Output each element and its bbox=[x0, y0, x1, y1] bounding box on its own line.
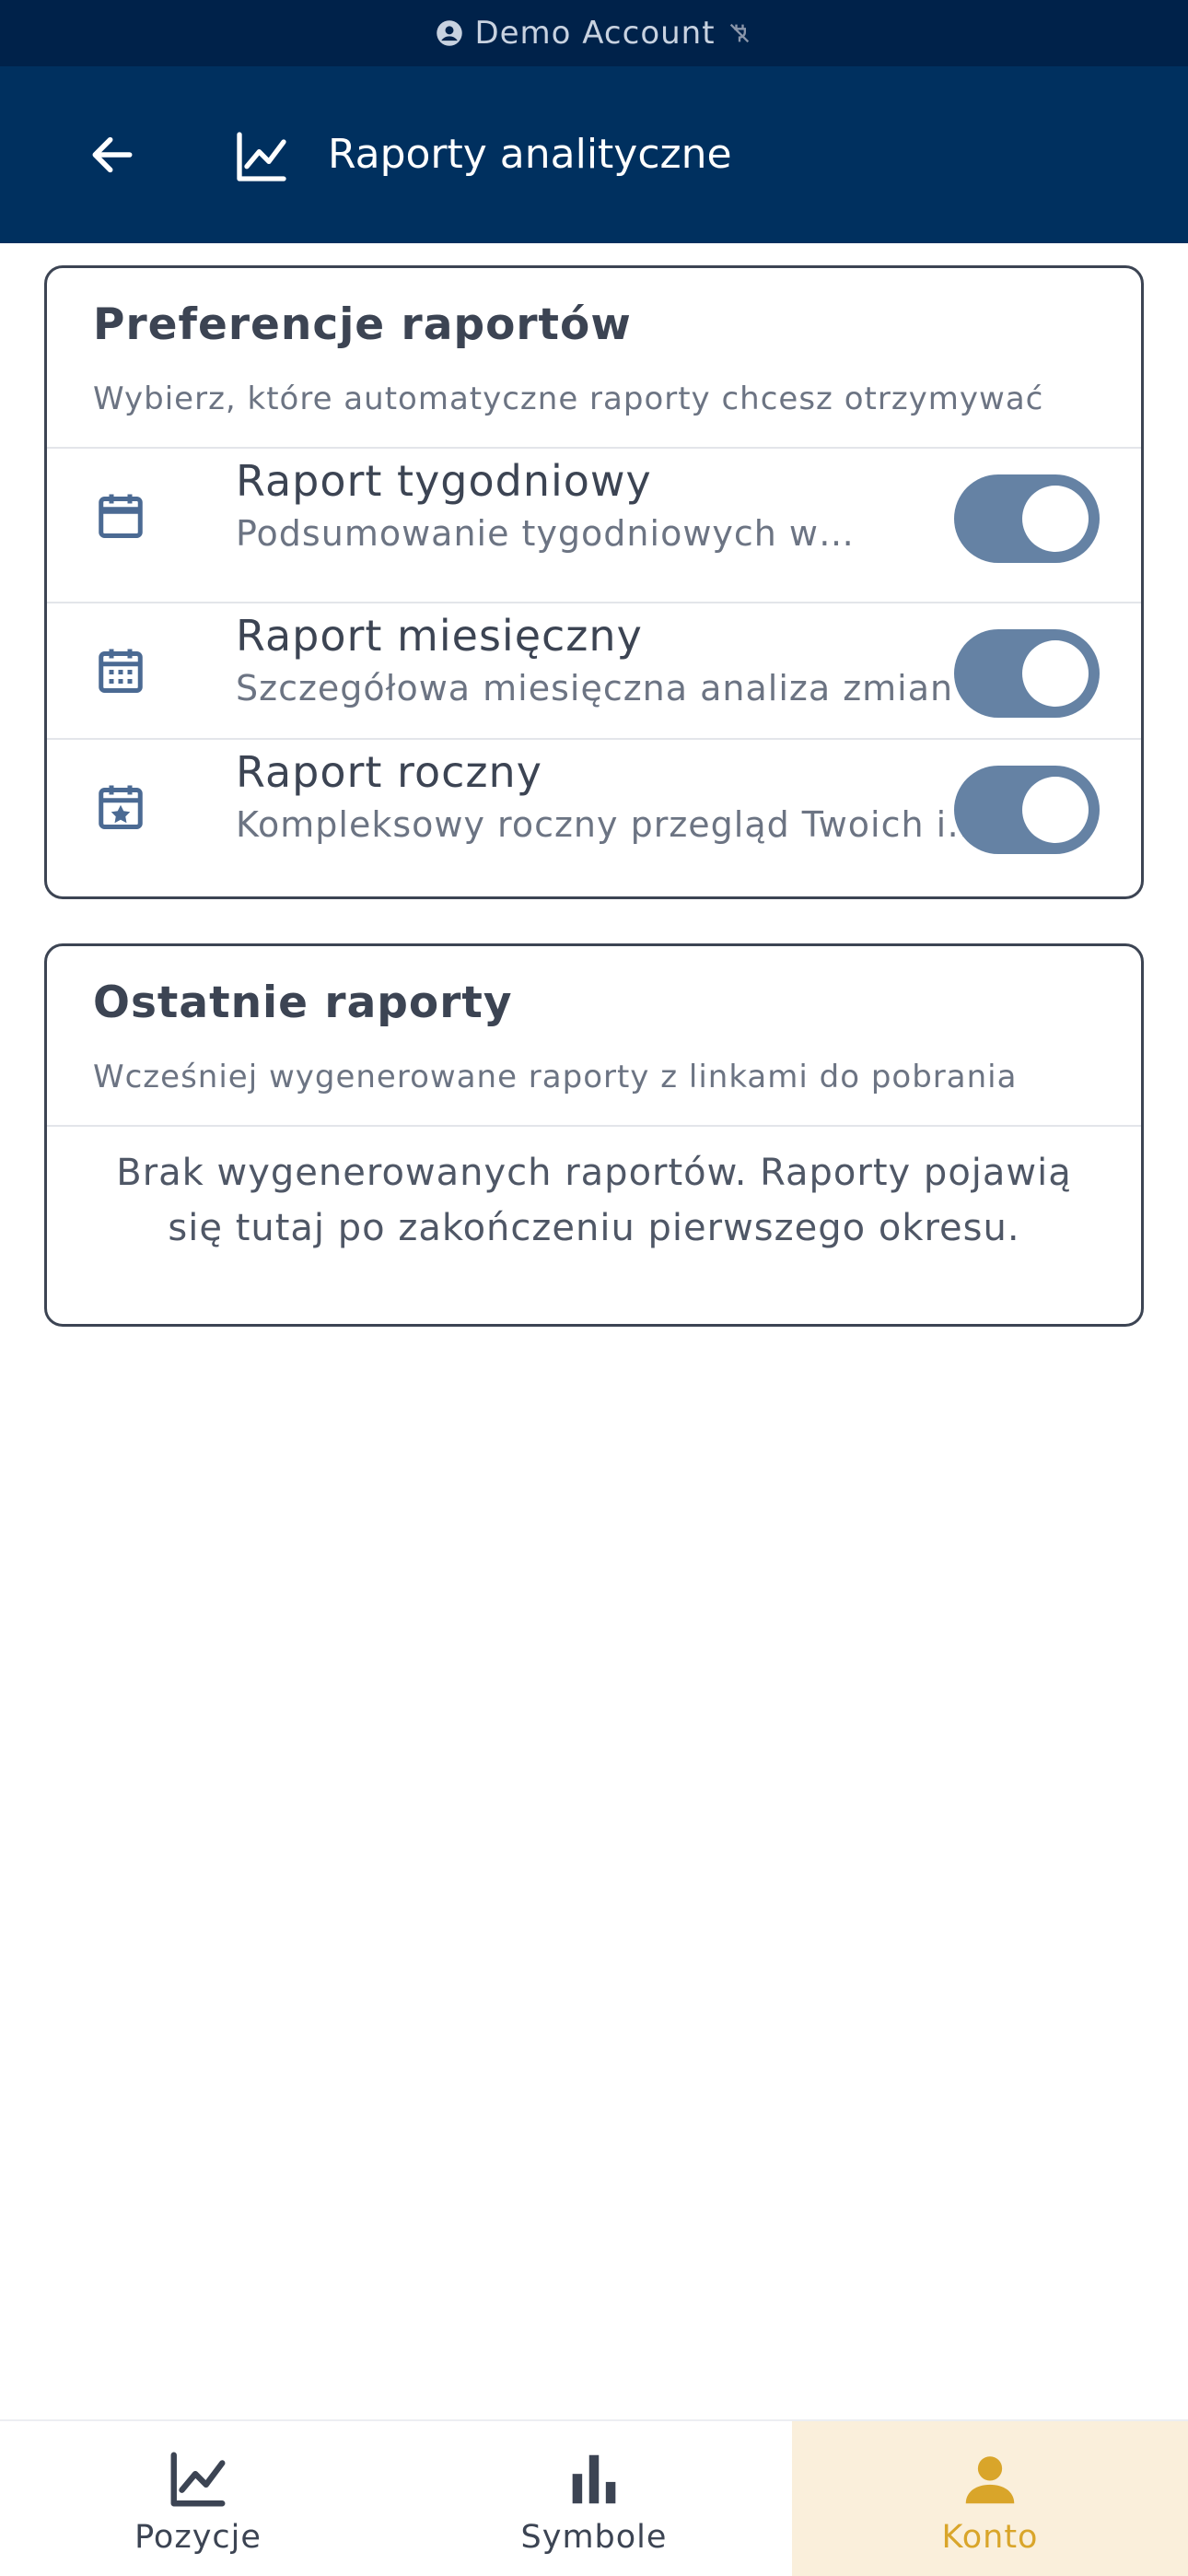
nav-item-konto[interactable]: Konto bbox=[792, 2421, 1188, 2576]
row-title: Raport roczny bbox=[236, 747, 542, 797]
account-circle-icon bbox=[437, 20, 463, 46]
account-label: Demo Account bbox=[474, 15, 716, 52]
empty-state-message: Brak wygenerowanych raportów. Raporty po… bbox=[116, 1152, 1072, 1249]
person-icon bbox=[965, 2456, 1015, 2504]
recent-reports-card: Ostatnie raporty Wcześniej wygenerowane … bbox=[44, 943, 1144, 1327]
status-bar: Demo Account bbox=[0, 0, 1188, 66]
line-chart-icon bbox=[237, 132, 286, 181]
card-title: Preferencje raportów bbox=[93, 299, 632, 350]
calendar-month-icon bbox=[99, 649, 143, 693]
card-subtitle: Wybierz, które automatyczne raporty chce… bbox=[93, 381, 1044, 417]
page-title: Raporty analityczne bbox=[328, 131, 732, 178]
weekly-report-toggle[interactable] bbox=[954, 474, 1100, 563]
nav-label: Konto bbox=[941, 2519, 1039, 2556]
card-title: Ostatnie raporty bbox=[93, 978, 513, 1028]
row-title: Raport tygodniowy bbox=[236, 456, 652, 506]
report-row-yearly: Raport roczny Kompleksowy roczny przeglą… bbox=[47, 740, 1141, 874]
nav-item-pozycje[interactable]: Pozycje bbox=[0, 2421, 396, 2576]
calendar-star-icon bbox=[99, 785, 143, 829]
bottom-navigation: Pozycje Symbole Konto bbox=[0, 2419, 1188, 2576]
monthly-report-toggle[interactable] bbox=[954, 629, 1100, 718]
toggle-knob bbox=[1022, 777, 1089, 843]
plug-off-icon bbox=[729, 23, 749, 43]
back-button[interactable] bbox=[74, 116, 151, 193]
line-chart-icon bbox=[170, 2452, 226, 2507]
yearly-report-toggle[interactable] bbox=[954, 766, 1100, 854]
toggle-knob bbox=[1022, 486, 1089, 552]
row-title: Raport miesięczny bbox=[236, 611, 643, 661]
nav-label: Pozycje bbox=[134, 2519, 262, 2556]
card-subtitle: Wcześniej wygenerowane raporty z linkami… bbox=[93, 1059, 1018, 1095]
report-row-monthly: Raport miesięczny Szczegółowa miesięczna… bbox=[47, 603, 1141, 738]
arrow-back-icon bbox=[92, 136, 133, 173]
report-preferences-card: Preferencje raportów Wybierz, które auto… bbox=[44, 265, 1144, 899]
nav-label: Symbole bbox=[520, 2519, 668, 2556]
bar-chart-icon bbox=[572, 2454, 616, 2504]
calendar-week-icon bbox=[99, 494, 143, 538]
row-description: Szczegółowa miesięczna analiza zmian bbox=[236, 668, 954, 708]
nav-item-symbole[interactable]: Symbole bbox=[396, 2421, 792, 2576]
row-description: Kompleksowy roczny przegląd Twoich inwes… bbox=[236, 804, 991, 845]
report-row-weekly: Raport tygodniowy Podsumowanie tygodniow… bbox=[47, 449, 1141, 583]
app-bar: Raporty analityczne bbox=[0, 66, 1188, 243]
divider bbox=[47, 1125, 1141, 1127]
row-description: Podsumowanie tygodniowych wyników bbox=[236, 513, 871, 554]
toggle-knob bbox=[1022, 640, 1089, 707]
